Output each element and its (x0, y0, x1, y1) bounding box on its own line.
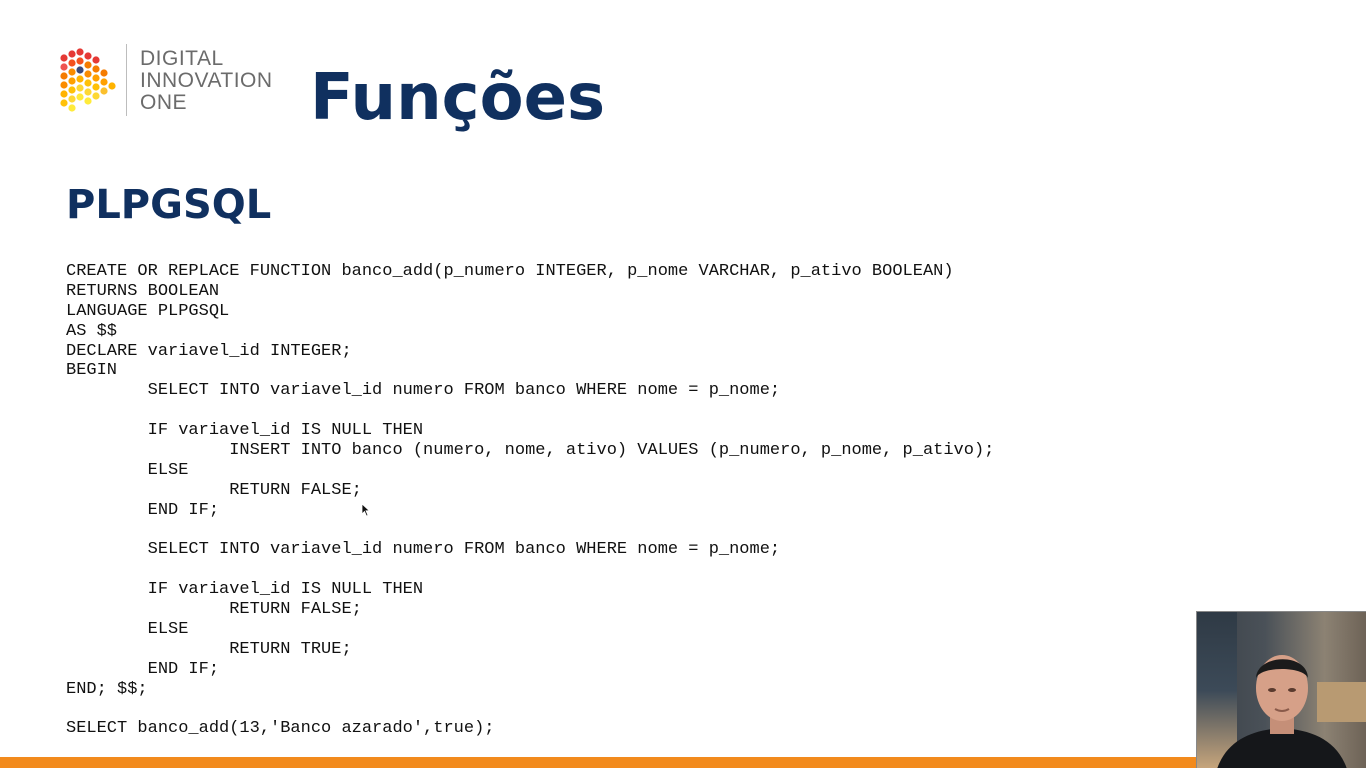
digital-innovation-one-logo: DIGITAL INNOVATION ONE (58, 44, 290, 120)
logo-line-one: ONE (140, 91, 188, 114)
code-line: RETURN FALSE; (66, 480, 362, 500)
logo-line-innovation: INNOVATION (140, 69, 273, 92)
code-line: END; $$; (66, 679, 148, 699)
code-line: END IF; (66, 659, 220, 679)
code-line: DECLARE variavel_id INTEGER; (66, 341, 352, 361)
code-line: SELECT INTO variavel_id numero FROM banc… (66, 381, 781, 401)
code-line: INSERT INTO banco (numero, nome, ativo) … (66, 441, 995, 461)
code-line: SELECT banco_add(13,'Banco azarado',true… (66, 719, 495, 739)
code-line: CREATE OR REPLACE FUNCTION banco_add(p_n… (66, 262, 954, 281)
code-line: SELECT INTO variavel_id numero FROM banc… (66, 540, 781, 560)
code-block: CREATE OR REPLACE FUNCTION banco_add(p_n… (66, 262, 994, 739)
code-line: RETURNS BOOLEAN (66, 281, 220, 301)
slide: DIGITAL INNOVATION ONE Funções PLPGSQL C… (0, 0, 1366, 768)
code-line: AS $$ (66, 321, 118, 341)
code-line: ELSE (66, 460, 189, 480)
code-line: BEGIN (66, 361, 118, 381)
presenter-webcam (1196, 611, 1366, 768)
presenter-webcam-icon (1217, 655, 1347, 768)
code-line: ELSE (66, 620, 189, 640)
accent-bar (0, 757, 1366, 768)
mouse-pointer-icon (361, 503, 371, 517)
logo-divider (126, 44, 127, 116)
dio-logo-icon (60, 48, 116, 112)
code-line: END IF; (66, 500, 220, 520)
code-line: IF variavel_id IS NULL THEN (66, 580, 424, 600)
slide-subtitle: PLPGSQL (66, 182, 272, 228)
code-line: IF variavel_id IS NULL THEN (66, 421, 424, 441)
slide-title: Funções (310, 61, 606, 135)
logo-line-digital: DIGITAL (140, 47, 224, 70)
code-line: RETURN FALSE; (66, 600, 362, 620)
code-line: RETURN TRUE; (66, 639, 352, 659)
logo-wordmark: DIGITAL INNOVATION ONE (140, 48, 273, 114)
code-line: LANGUAGE PLPGSQL (66, 301, 230, 321)
